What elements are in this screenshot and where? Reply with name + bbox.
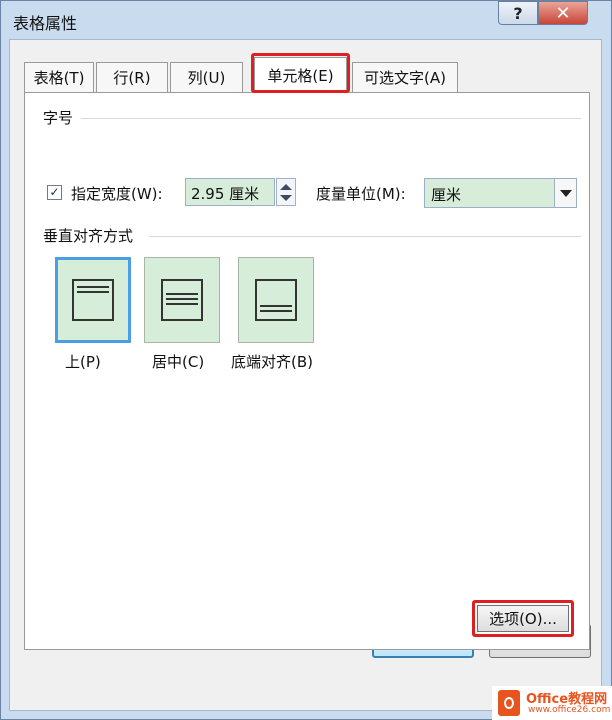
align-top-icon — [72, 279, 114, 321]
tab-row[interactable]: 行(R) — [96, 62, 168, 92]
valign-separator — [149, 236, 581, 237]
align-top-button[interactable] — [55, 257, 131, 343]
chevron-down-icon[interactable] — [554, 179, 576, 207]
align-bottom-button[interactable] — [238, 257, 314, 343]
width-input[interactable]: 2.95 厘米 — [185, 178, 275, 206]
cell-tab-highlight — [251, 53, 350, 93]
tab-column[interactable]: 列(U) — [170, 62, 243, 92]
specify-width-checkbox[interactable]: ✓ — [47, 185, 62, 200]
specify-width-label: 指定宽度(W): — [71, 185, 163, 203]
size-section-title: 字号 — [43, 109, 74, 127]
align-bottom-label: 底端对齐(B) — [231, 353, 313, 371]
tab-alt-text[interactable]: 可选文字(A) — [352, 62, 458, 92]
tab-table[interactable]: 表格(T) — [24, 62, 94, 92]
watermark: Office教程网 www.office26.com — [492, 686, 612, 720]
options-button-highlight: 选项(O)... — [472, 600, 574, 637]
watermark-url: www.office26.com — [528, 705, 611, 715]
options-button[interactable]: 选项(O)... — [477, 605, 569, 632]
dialog-body: 表格(T) 行(R) 列(U) 单元格(E) 可选文字(A) 字号 ✓ 指定宽度… — [9, 39, 602, 711]
close-button[interactable]: ✕ — [538, 1, 588, 25]
align-bottom-icon — [255, 279, 297, 321]
title-bar: 表格属性 ? ✕ — [1, 1, 611, 39]
size-separator — [81, 118, 581, 119]
spin-up-icon[interactable] — [280, 184, 292, 190]
align-center-icon — [161, 279, 203, 321]
unit-label: 度量单位(M): — [316, 185, 406, 203]
align-center-label: 居中(C) — [152, 353, 205, 371]
align-top-label: 上(P) — [65, 353, 101, 371]
help-button[interactable]: ? — [498, 1, 538, 25]
valign-section-title: 垂直对齐方式 — [43, 227, 134, 245]
spin-down-icon[interactable] — [280, 195, 292, 201]
unit-dropdown[interactable]: 厘米 — [424, 178, 577, 208]
cell-tab-panel: 字号 ✓ 指定宽度(W): 2.95 厘米 度量单位(M): 厘米 垂直对齐方式 — [24, 92, 590, 650]
office-logo-icon — [498, 690, 520, 716]
width-spinner[interactable] — [276, 178, 296, 206]
unit-dropdown-value: 厘米 — [431, 186, 462, 204]
dialog-title: 表格属性 — [13, 14, 78, 33]
table-properties-dialog: 表格属性 ? ✕ 表格(T) 行(R) 列(U) 单元格(E) 可选文字(A) … — [0, 0, 612, 720]
align-center-button[interactable] — [144, 257, 220, 343]
